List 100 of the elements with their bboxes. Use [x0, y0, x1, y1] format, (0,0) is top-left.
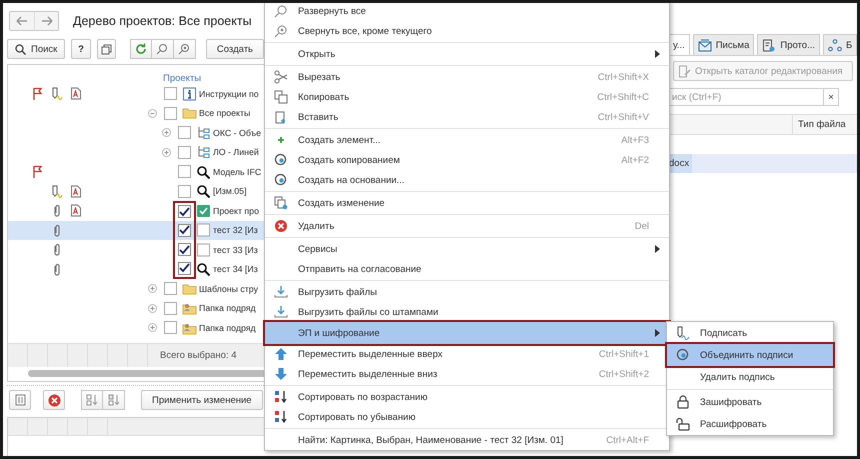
- menu-item[interactable]: Переместить выделенные вниз Ctrl+Shift+2: [265, 364, 669, 384]
- menu-item[interactable]: Открыть: [265, 44, 669, 64]
- tree-view-button[interactable]: [9, 390, 31, 410]
- delete-button[interactable]: [43, 390, 65, 410]
- expand-node-icon[interactable]: [148, 323, 156, 332]
- menu-item[interactable]: Копировать Ctrl+Shift+C: [265, 87, 669, 107]
- pages-icon: [274, 196, 288, 210]
- expand-node-icon[interactable]: [148, 304, 156, 313]
- tree-item-label: ОКС - Объе: [213, 128, 262, 138]
- download-icon: [274, 285, 288, 299]
- menu-item[interactable]: Вставить Ctrl+Shift+V: [265, 107, 669, 127]
- unlock-icon: [676, 417, 690, 431]
- signature-icon: [676, 326, 690, 340]
- checkbox[interactable]: [178, 224, 191, 237]
- search-field[interactable]: иск (Ctrl+F): [668, 88, 824, 106]
- menu-item[interactable]: Сортировать по убыванию: [265, 407, 669, 427]
- collapse-node-icon[interactable]: [148, 108, 156, 118]
- menu-item[interactable]: Объединить подписи: [667, 344, 833, 366]
- arrow-up-icon: [274, 347, 288, 361]
- menu-item[interactable]: Отправить на согласование: [265, 259, 669, 279]
- checkbox[interactable]: [164, 87, 177, 100]
- hierarchy-icon: [196, 145, 211, 160]
- tree-row[interactable]: ЛО - Линей: [8, 142, 264, 162]
- column-header[interactable]: Проекты: [163, 73, 202, 84]
- nodes-icon: [828, 38, 842, 52]
- tree-row[interactable]: тест 34 [Из: [8, 260, 264, 279]
- folder-icon: [182, 106, 197, 120]
- tree-item-label: Все проекты: [199, 108, 250, 118]
- menu-item[interactable]: Создать на основании...: [265, 170, 669, 190]
- menu-item[interactable]: Свернуть все, кроме текущего: [265, 21, 669, 41]
- document-icon: [762, 38, 776, 52]
- sort-ascending-button[interactable]: [81, 390, 103, 410]
- menu-item[interactable]: Удалить подпись: [667, 366, 833, 388]
- checkbox[interactable]: [164, 302, 177, 315]
- sort-descending-icon: [108, 394, 120, 406]
- expand-button[interactable]: [174, 39, 196, 59]
- menu-item[interactable]: Создать элемент... Alt+F3: [265, 130, 669, 150]
- tree-row[interactable]: Инструкции по: [8, 84, 264, 104]
- ring-icon: [274, 153, 288, 167]
- tree-row[interactable]: тест 33 [Из: [8, 240, 264, 260]
- tab[interactable]: у...: [668, 34, 690, 55]
- menu-item[interactable]: Развернуть все: [265, 3, 669, 21]
- tab[interactable]: Письма: [692, 34, 754, 55]
- tree-item-label: Папка подряд: [199, 322, 256, 333]
- tree-row[interactable]: тест 32 [Из: [8, 220, 264, 240]
- checkbox[interactable]: [178, 126, 191, 140]
- menu-item[interactable]: Удалить Del: [265, 216, 669, 236]
- search-icon: [15, 44, 26, 54]
- refresh-button[interactable]: [130, 39, 152, 59]
- menu-item[interactable]: Найти: Картинка, Выбран, Наименование - тест 32 [Изм. 01] Ctrl+Alt+F: [265, 430, 669, 450]
- checkbox[interactable]: [178, 262, 191, 275]
- tree-row[interactable]: Все проекты: [8, 104, 264, 123]
- menu-item[interactable]: Создать копированием Alt+F2: [265, 150, 669, 170]
- help-button[interactable]: ?: [71, 39, 91, 59]
- clear-button[interactable]: ×: [824, 88, 839, 106]
- table-row[interactable]: docx: [668, 154, 857, 173]
- copy-icon: [274, 90, 288, 104]
- menu-item[interactable]: Сервисы: [265, 239, 669, 259]
- checkbox[interactable]: [178, 243, 191, 256]
- menu-item[interactable]: Зашифровать: [667, 391, 833, 413]
- shortcut-label: Ctrl+Shift+1: [598, 348, 649, 360]
- menu-item[interactable]: Сортировать по возрастанию: [265, 387, 669, 407]
- create-button[interactable]: Создать: [206, 39, 264, 59]
- menu-item[interactable]: Расшифровать: [667, 413, 833, 435]
- expand-node-icon[interactable]: [148, 284, 156, 294]
- checkbox[interactable]: [164, 321, 177, 334]
- menu-item[interactable]: Подписать: [667, 322, 833, 344]
- tree-row[interactable]: ОКС - Объе: [8, 123, 264, 142]
- tree-item-label: Шаблоны стру: [199, 284, 258, 294]
- tree-row[interactable]: Модель IFC: [8, 162, 264, 182]
- menu-item[interactable]: Выгрузить файлы: [265, 282, 669, 302]
- tab[interactable]: Б: [823, 34, 857, 55]
- tree-row[interactable]: [Изм.05]: [8, 182, 264, 201]
- sort-descending-icon: [274, 410, 288, 424]
- menu-item[interactable]: Выгрузить файлы со штампами: [265, 302, 669, 322]
- checkbox[interactable]: [178, 205, 191, 218]
- search-button[interactable]: Поиск: [7, 39, 66, 59]
- checkbox[interactable]: [164, 282, 177, 296]
- checkbox[interactable]: [178, 184, 191, 198]
- tree-row[interactable]: Шаблоны стру: [8, 279, 264, 298]
- folder-icon: [182, 282, 197, 296]
- tab[interactable]: Прото...: [757, 34, 820, 55]
- collapse-button[interactable]: [152, 39, 174, 59]
- delete-icon: [48, 394, 60, 406]
- tree-row[interactable]: Папка подряд: [8, 298, 264, 318]
- sort-descending-button[interactable]: [103, 390, 125, 410]
- tree-row[interactable]: Папка подряд: [8, 318, 264, 338]
- checkbox[interactable]: [164, 106, 177, 120]
- checkbox[interactable]: [178, 146, 191, 159]
- magnifier-icon: [196, 184, 211, 198]
- copy-button[interactable]: [96, 39, 116, 59]
- expand-node-icon[interactable]: [162, 128, 170, 138]
- checkbox[interactable]: [178, 165, 191, 178]
- menu-item[interactable]: ЭП и шифрование: [265, 322, 669, 344]
- menu-item[interactable]: Переместить выделенные вверх Ctrl+Shift+1: [265, 344, 669, 364]
- expand-node-icon[interactable]: [162, 148, 170, 157]
- apply-change-button[interactable]: Применить изменение: [141, 390, 263, 410]
- menu-item[interactable]: Создать изменение: [265, 193, 669, 213]
- menu-item[interactable]: Вырезать Ctrl+Shift+X: [265, 67, 669, 87]
- checkmark-icon: [179, 263, 190, 274]
